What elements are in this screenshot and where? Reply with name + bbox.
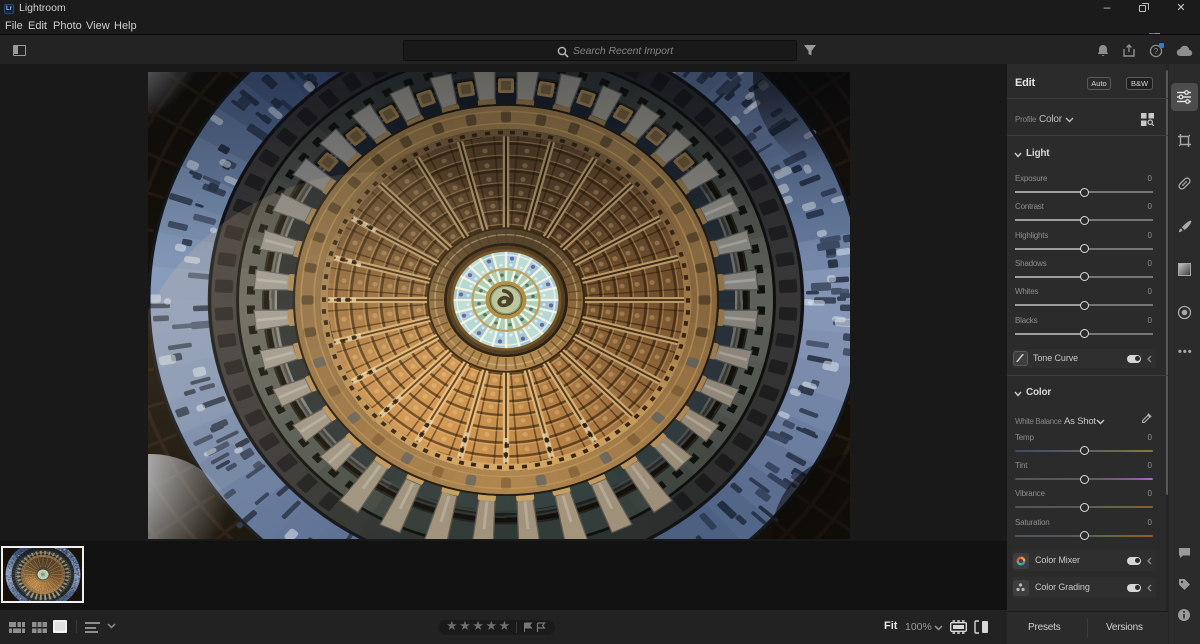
svg-text:?: ? xyxy=(1154,47,1159,56)
